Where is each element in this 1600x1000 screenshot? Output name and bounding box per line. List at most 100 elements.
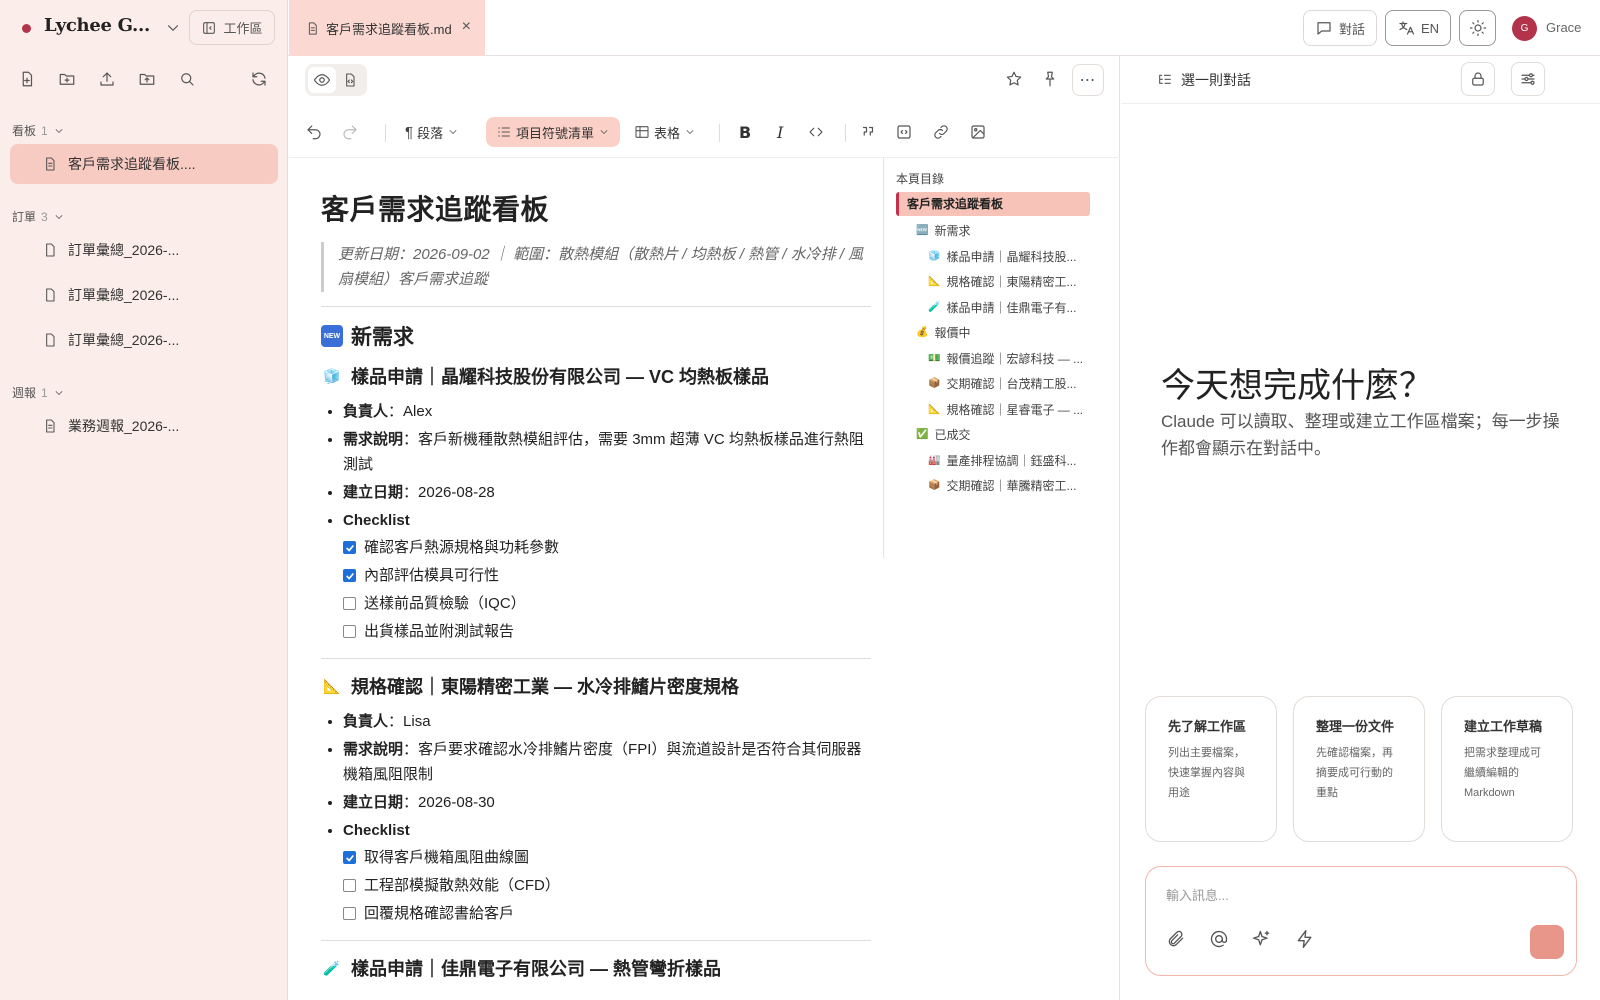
close-tab-icon[interactable]: × (462, 18, 471, 36)
conversation-selector[interactable]: 選一則對話 (1157, 70, 1251, 90)
paragraph-dropdown[interactable]: ¶ 段落 (405, 117, 459, 147)
suggestion-card[interactable]: 建立工作草稿 把需求整理成可繼續編輯的 Markdown (1441, 696, 1573, 842)
source-code-file-icon[interactable] (336, 67, 364, 93)
checklist-item: 確認客戶熱源規格與功耗參數 (343, 535, 871, 560)
tab-document[interactable]: 客戶需求追蹤看板.md × (289, 0, 485, 56)
suggestion-card[interactable]: 整理一份文件 先確認檔案，再摘要成可行動的重點 (1293, 696, 1425, 842)
field-label: 需求說明 (343, 431, 404, 448)
toc-item-label: 規格確認｜星睿電子 — ... (946, 402, 1084, 417)
toc-item-active[interactable]: 客戶需求追蹤看板 (896, 192, 1090, 216)
file-icon (42, 287, 58, 303)
chevron-down-icon[interactable] (164, 19, 182, 37)
toc-item[interactable]: 🧊 樣品申請｜晶耀科技股... (928, 248, 1076, 265)
checklist-label: Checklist (343, 512, 410, 529)
description-value: 客戶要求確認水冷排鰭片密度（FPI）與流道設計是否符合其伺服器機箱風阻限制 (343, 741, 862, 783)
table-dropdown[interactable]: 表格 (634, 117, 696, 147)
search-icon[interactable] (178, 70, 196, 88)
sidebar-group-board[interactable]: 看板 1 (12, 122, 65, 139)
more-options-button[interactable]: ⋯ (1072, 64, 1104, 96)
undo-icon[interactable] (305, 117, 323, 147)
field-label: 負責人 (343, 403, 389, 420)
view-mode-toggle[interactable] (305, 64, 367, 96)
toc-emoji-icon: 🏭 (928, 454, 941, 466)
sidebar-item-order[interactable]: 訂單彙總_2026-... (10, 275, 278, 315)
bold-icon[interactable]: B (739, 117, 751, 147)
toc-item[interactable]: 🏭 量產排程協調｜鈺盛科... (928, 452, 1076, 469)
avatar[interactable]: G (1512, 16, 1537, 41)
checkbox-unchecked[interactable] (343, 625, 356, 638)
item-title: 規格確認｜東陽精密工業 — 水冷排鰭片密度規格 (351, 677, 739, 697)
language-label: EN (1420, 20, 1440, 36)
star-icon[interactable] (1005, 70, 1023, 88)
checklist-item: 工程部模擬散熱效能（CFD） (343, 873, 871, 898)
toc-item[interactable]: 📦 交期確認｜台茂精工股... (928, 375, 1076, 392)
toc-item-label: 交期確認｜華騰精密工... (946, 479, 1077, 493)
sidebar-item-weekly[interactable]: 業務週報_2026-... (10, 406, 278, 446)
italic-icon[interactable]: I (777, 117, 783, 147)
app-name[interactable]: Lychee G... (44, 15, 150, 36)
toc-item[interactable]: 🧪 樣品申請｜佳鼎電子有... (928, 299, 1076, 316)
settings-button[interactable] (1511, 62, 1545, 96)
new-folder-icon[interactable] (58, 70, 76, 88)
sidebar-item-board[interactable]: 客戶需求追蹤看板.... (10, 144, 278, 184)
refresh-icon[interactable] (250, 70, 268, 88)
workspace-button[interactable]: 工作區 (189, 10, 275, 45)
lightning-icon[interactable] (1295, 929, 1315, 949)
redo-icon[interactable] (341, 117, 359, 147)
toc-item[interactable]: 📐 規格確認｜東陽精密工... (928, 273, 1076, 290)
toolbar-divider (845, 124, 846, 142)
pin-icon[interactable] (1041, 70, 1059, 88)
list-item: 負責人：Alex (343, 399, 871, 424)
checklist-text: 內部評估模具可行性 (364, 567, 500, 584)
link-icon[interactable] (932, 117, 950, 147)
chat-label: 對話 (1338, 21, 1365, 37)
card-title: 整理一份文件 (1316, 719, 1395, 734)
card-description: 先確認檔案，再摘要成可行動的重點 (1316, 747, 1393, 799)
new-file-icon[interactable] (18, 70, 36, 88)
bullet-list-dropdown[interactable]: 項目符號清單 (486, 117, 621, 147)
mention-at-icon[interactable] (1209, 929, 1229, 949)
sidebar-group-orders[interactable]: 訂單 3 (12, 208, 65, 225)
image-icon[interactable] (969, 117, 987, 147)
table-label: 表格 (654, 125, 681, 141)
sidebar-item-order[interactable]: 訂單彙總_2026-... (10, 320, 278, 360)
toc-item-new[interactable]: 🆕 新需求 (916, 222, 970, 239)
toc-item-quoting[interactable]: 💰 報價中 (916, 324, 970, 341)
divider (321, 306, 871, 307)
toc-item[interactable]: 💵 報價追蹤｜宏諺科技 — ... (928, 350, 1083, 367)
sparkle-icon[interactable] (1252, 929, 1272, 949)
checkbox-checked[interactable] (343, 851, 356, 864)
document-content[interactable]: 客戶需求追蹤看板 更新日期：2026-09-02 ｜ 範圍：散熱模組（散熱片 /… (321, 158, 871, 1000)
upload-icon[interactable] (98, 70, 116, 88)
message-input[interactable]: 輸入訊息... (1145, 866, 1577, 1000)
code-block-icon[interactable] (895, 117, 913, 147)
lock-button[interactable] (1461, 62, 1495, 96)
checkbox-checked[interactable] (343, 541, 356, 554)
preview-eye-icon[interactable] (308, 67, 336, 93)
chevron-down-icon (53, 125, 65, 137)
send-button[interactable] (1530, 925, 1564, 1000)
editor: ⋯ ¶ 段落 項目符號清單 表格 B I 客戶需求追蹤看板 更新日期：2026-… (289, 56, 1120, 1000)
checkbox-unchecked[interactable] (343, 879, 356, 892)
theme-toggle-button[interactable] (1459, 10, 1496, 46)
chat-button[interactable]: 對話 (1303, 10, 1377, 46)
language-button[interactable]: EN (1385, 10, 1451, 46)
upload-folder-icon[interactable] (138, 70, 156, 88)
checkbox-unchecked[interactable] (343, 597, 356, 610)
attach-paperclip-icon[interactable] (1166, 929, 1186, 949)
toc-item-closed[interactable]: ✅ 已成交 (916, 426, 970, 443)
sidebar-item-order[interactable]: 訂單彙總_2026-... (10, 230, 278, 270)
checklist-item: 送樣前品質檢驗（IQC） (343, 591, 871, 616)
checkbox-unchecked[interactable] (343, 907, 356, 920)
quote-icon[interactable] (859, 117, 877, 147)
suggestion-card[interactable]: 先了解工作區 列出主要檔案，快速掌握內容與用途 (1145, 696, 1277, 842)
toc-item[interactable]: 📦 交期確認｜華騰精密工... (928, 477, 1076, 494)
toc-item-label: 已成交 (934, 428, 971, 442)
translate-icon (1397, 19, 1415, 37)
checkbox-checked[interactable] (343, 569, 356, 582)
sidebar-group-weekly[interactable]: 週報 1 (12, 384, 65, 401)
inline-code-icon[interactable] (807, 117, 825, 147)
checklist-item: 取得客戶機箱風阻曲線圖 (343, 845, 871, 870)
user-name[interactable]: Grace (1546, 20, 1581, 35)
toc-item[interactable]: 📐 規格確認｜星睿電子 — ... (928, 401, 1083, 418)
